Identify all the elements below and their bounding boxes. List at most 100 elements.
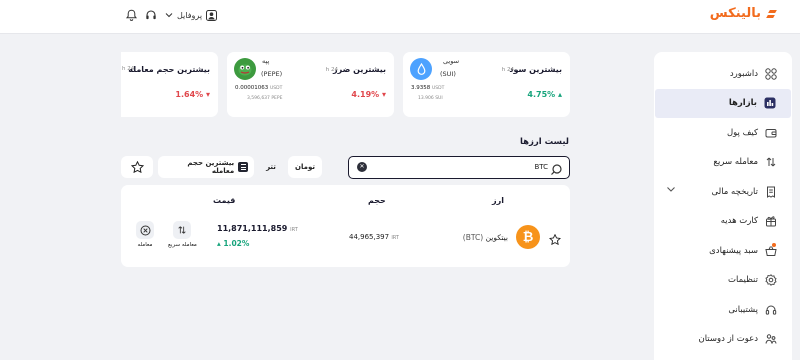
change-percent: ▴ 1.02% <box>217 239 249 248</box>
users-icon <box>764 332 778 346</box>
swap-arrows-icon <box>173 221 192 239</box>
user-icon <box>206 9 218 21</box>
coin-name: پپه <box>262 57 270 65</box>
volume-value: 3,596,637 PEPE <box>247 96 282 101</box>
change-value: 1.64% <box>175 90 204 99</box>
card-period: 24 h <box>325 67 338 73</box>
volume-value: 44,965,397 IRT <box>349 233 399 241</box>
trade-button[interactable]: معامله <box>136 221 154 248</box>
sidebar-item-label: بازارها <box>728 98 757 109</box>
search-value: BTC <box>534 163 548 171</box>
volume-unit: IRT <box>391 235 399 241</box>
basket-icon <box>764 242 778 258</box>
sidebar-item-markets[interactable]: بازارها <box>655 88 791 118</box>
wallet-icon <box>764 126 778 140</box>
change-value: 1.02% <box>223 239 250 248</box>
sidebar-item-gift-card[interactable]: کارت هدیه <box>654 207 792 237</box>
sidebar-item-label: تنظیمات <box>728 275 758 286</box>
pepe-coin-icon <box>234 58 256 80</box>
gear-icon <box>764 273 778 287</box>
gift-icon <box>764 214 778 228</box>
sort-label: بیشترین حجم معامله <box>187 159 235 175</box>
price-number: 3.9358 <box>411 85 431 91</box>
profile-label: پروفایل <box>177 10 203 20</box>
price-value: 0.00001063 USDT <box>235 85 282 91</box>
sidebar-item-label: دعوت از دوستان <box>698 334 758 345</box>
coin-symbol: (BTC) <box>462 233 484 242</box>
quick-trade-label: معامله سریع <box>168 242 197 248</box>
sort-icon <box>238 162 248 172</box>
sidebar-item-label: داشبورد <box>729 68 758 79</box>
card-period: 24 h <box>501 67 514 73</box>
sort-dropdown[interactable]: بیشترین حجم معامله <box>158 156 254 178</box>
top-gainer-card[interactable]: بیشترین سود 24 h سویی (SUI) ▴ 4.75% 3.93… <box>403 52 570 117</box>
profile-menu[interactable]: پروفایل <box>165 9 218 21</box>
top-loser-card[interactable]: بیشترین ضرر 24 h پپه (PEPE) ▾ 4.19% 0.00… <box>227 52 394 117</box>
change-percent: ▾ 1.64% <box>175 90 210 99</box>
receipt-icon <box>764 185 778 199</box>
headset-icon <box>764 303 778 317</box>
card-title: بیشترین سود <box>509 65 562 74</box>
markets-icon <box>763 96 777 110</box>
top-actions: پروفایل <box>126 9 218 21</box>
sidebar-item-dashboard[interactable]: داشبورد <box>654 59 792 89</box>
chevron-down-icon[interactable] <box>666 186 676 193</box>
sui-coin-icon <box>410 58 432 80</box>
tab-toman[interactable]: تومان <box>288 156 322 178</box>
volume-number: 13.906 <box>418 96 434 101</box>
sidebar-item-wallet[interactable]: کیف پول <box>654 118 792 148</box>
price-value: 11,871,111,859 IRT <box>217 224 298 233</box>
coin-symbol: (PEPE) <box>261 70 283 78</box>
tab-label: تومان <box>295 163 315 171</box>
card-title: بیشترین حجم معامله <box>128 65 210 74</box>
coin-name-text: بیتکوین <box>485 233 508 242</box>
sidebar-item-invite-friends[interactable]: دعوت از دوستان <box>654 325 792 355</box>
volume-value: 13.906 SUI <box>418 96 443 101</box>
notification-dot <box>772 242 776 247</box>
sidebar-item-label: سبد پیشنهادی <box>709 245 758 256</box>
sidebar-item-settings[interactable]: تنظیمات <box>654 266 792 296</box>
arrow-down-icon: ▾ <box>379 90 386 99</box>
swap-arrows-icon <box>764 155 778 169</box>
arrow-down-icon: ▾ <box>203 90 210 99</box>
market-list-title: لیست ارزها <box>519 137 569 147</box>
sidebar-item-quick-trade[interactable]: معامله سریع <box>654 148 792 178</box>
favorites-filter-button[interactable] <box>121 156 153 178</box>
change-value: 4.19% <box>351 90 380 99</box>
card-title: بیشترین ضرر <box>333 65 386 74</box>
change-value: 4.75% <box>527 90 556 99</box>
sidebar-item-label: کارت هدیه <box>720 216 758 227</box>
sidebar-item-history[interactable]: تاریخچه مالی <box>654 177 792 207</box>
top-volume-card[interactable]: بیشترین حجم معامله 24 h ▾ 1.64% <box>121 52 218 117</box>
price-number: 0.00001063 <box>235 85 269 91</box>
tab-label: تتر <box>266 163 276 171</box>
headset-icon[interactable] <box>145 9 157 21</box>
chevron-down-icon <box>165 13 173 18</box>
trade-icon <box>136 221 154 239</box>
brand-logo-mark <box>764 9 776 19</box>
column-header-price: قیمت <box>213 196 236 205</box>
clear-search-icon[interactable]: ✕ <box>357 162 367 172</box>
market-table: ارز حجم قیمت ₿ بیتکوین (BTC) 44,965,397 … <box>121 185 570 267</box>
coin-name: سویی <box>443 57 460 65</box>
price-unit: USDT <box>432 86 445 91</box>
volume-unit: PEPE <box>271 96 283 101</box>
sidebar-item-label: تاریخچه مالی <box>711 186 758 197</box>
coin-symbol: (SUI) <box>440 70 456 78</box>
brand-logo[interactable]: بالینکس <box>710 6 776 21</box>
tab-tether[interactable]: تتر <box>258 156 284 178</box>
volume-number: 44,965,397 <box>349 233 390 241</box>
star-icon[interactable] <box>548 230 562 249</box>
notification-bell-icon[interactable] <box>126 9 137 21</box>
sidebar-item-support[interactable]: پشتیبانی <box>654 295 792 325</box>
price-unit: IRT <box>290 227 298 233</box>
quick-trade-button[interactable]: معامله سریع <box>168 221 197 248</box>
dashboard-icon <box>764 67 778 81</box>
arrow-up-icon: ▴ <box>555 90 562 99</box>
star-icon <box>130 161 144 173</box>
search-icon <box>550 161 563 180</box>
volume-unit: SUI <box>435 96 443 101</box>
sidebar: داشبورد بازارها کیف پول معامله سریع تاری… <box>654 52 792 360</box>
search-input[interactable]: BTC ✕ <box>348 156 570 179</box>
sidebar-item-suggested-basket[interactable]: سبد پیشنهادی <box>654 236 792 266</box>
